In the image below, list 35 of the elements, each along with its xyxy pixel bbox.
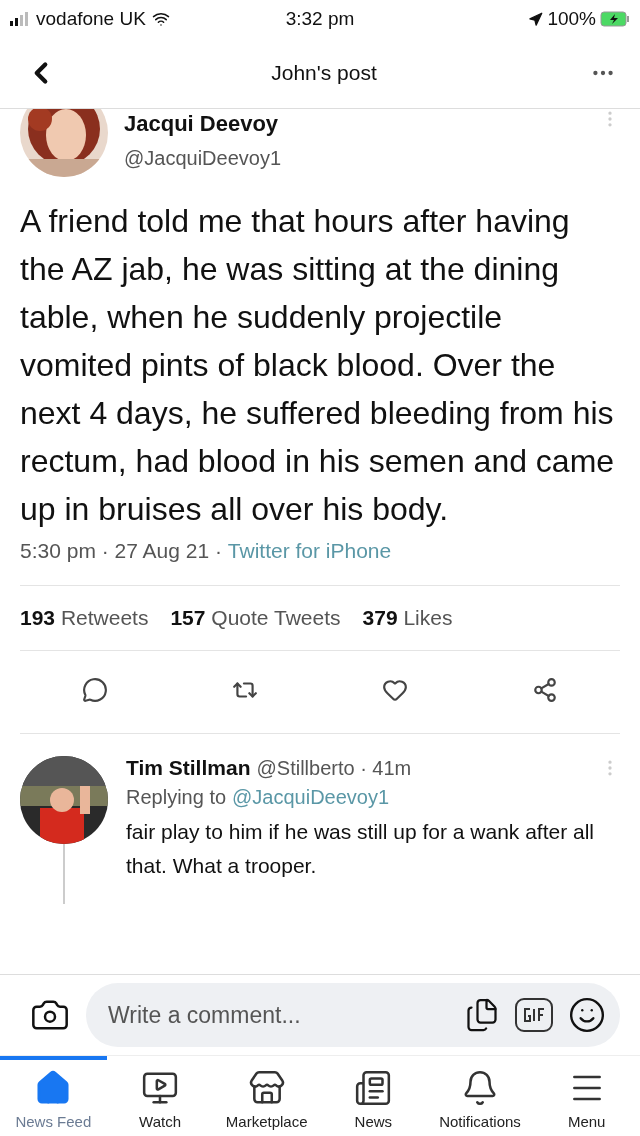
tab[interactable]: Notifications bbox=[426, 1056, 534, 1136]
tweet-timestamp: 5:30 pm · 27 Aug 21 · bbox=[20, 539, 223, 563]
gif-icon[interactable] bbox=[514, 995, 554, 1035]
battery-percent: 100% bbox=[547, 8, 596, 30]
signal-icon bbox=[10, 12, 30, 26]
page-title: John's post bbox=[270, 61, 378, 85]
tweet-text: A friend told me that hours after having the AZ jab, he was sitting at the dining table, when he suddenly projectile vomited pints of black blood. Over the next 4 days, he suffered bleeding from his rectum, had blood in his semen and came up in bruises all over his body. bbox=[20, 202, 616, 529]
author-handle: @JacquiDeevoy1 bbox=[124, 147, 283, 170]
comment-field[interactable]: Write a comment... bbox=[106, 1000, 450, 1030]
share-icon[interactable] bbox=[532, 677, 558, 703]
location-icon bbox=[528, 11, 544, 27]
battery-icon bbox=[600, 11, 630, 27]
tab-icon bbox=[354, 1069, 393, 1107]
emoji-icon[interactable] bbox=[568, 996, 606, 1034]
carrier-name: vodafone UK bbox=[36, 8, 146, 30]
reply-author-name: Tim Stillman bbox=[126, 756, 251, 780]
reply-text: fair play to him if he was still up for a wank after all that. What a trooper. bbox=[126, 819, 596, 879]
tab[interactable]: Menu bbox=[533, 1056, 640, 1136]
stat-count[interactable]: 379 Likes bbox=[362, 606, 453, 630]
tab[interactable]: Watch bbox=[106, 1056, 214, 1136]
reply-handle: @Stillberto · 41m bbox=[256, 756, 412, 780]
stat-count[interactable]: 157 Quote Tweets bbox=[170, 606, 341, 630]
like-icon[interactable] bbox=[382, 677, 408, 703]
tab[interactable]: Marketplace bbox=[213, 1056, 320, 1136]
author-name: Jacqui Deevoy bbox=[124, 111, 280, 137]
tab-icon bbox=[247, 1069, 286, 1107]
tab[interactable]: News bbox=[320, 1056, 427, 1136]
wifi-icon bbox=[151, 10, 170, 28]
stat-count[interactable]: 193 Retweets bbox=[20, 606, 149, 630]
comment-box[interactable]: Write a comment... bbox=[86, 983, 620, 1047]
tab-icon bbox=[141, 1069, 179, 1107]
tab[interactable]: News Feed bbox=[0, 1056, 107, 1136]
clock: 3:32 pm bbox=[285, 8, 355, 30]
reply-icon[interactable] bbox=[82, 677, 108, 703]
replying-to-label: Replying to bbox=[126, 786, 227, 809]
